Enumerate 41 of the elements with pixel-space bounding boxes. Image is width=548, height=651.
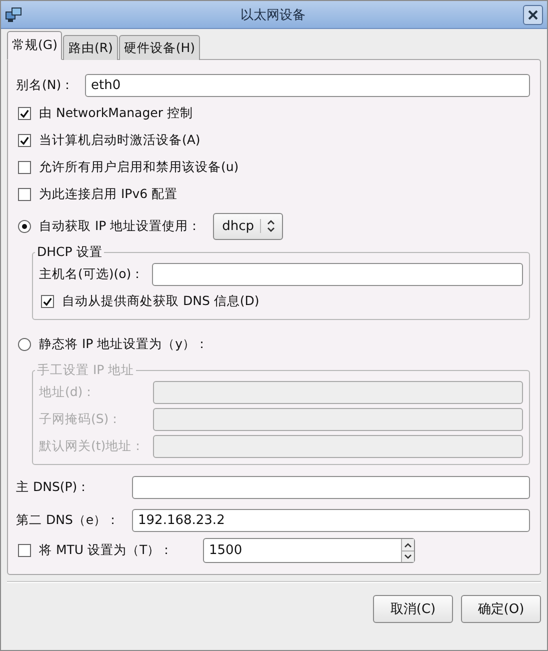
checkbox[interactable] xyxy=(41,295,54,308)
dialog-button[interactable]: 确定(O) xyxy=(461,595,541,623)
checkbox-label: 自动从提供商处获取 DNS 信息(D) xyxy=(62,293,260,310)
mtu-spinner[interactable]: 1500 xyxy=(203,538,415,563)
dns-field[interactable] xyxy=(132,476,530,499)
alias-field[interactable]: eth0 xyxy=(85,74,530,96)
checkbox-label: 允许所有用户启用和禁用该设备(u) xyxy=(39,159,239,176)
tab[interactable]: 硬件设备(H) xyxy=(118,35,200,60)
field-label: 地址(d)： xyxy=(39,384,97,401)
alias-label: 别名(N)： xyxy=(16,76,76,94)
close-icon xyxy=(527,8,539,20)
group-title: 手工设置 IP 地址 xyxy=(36,362,136,379)
checkbox[interactable] xyxy=(18,107,31,120)
checkbox-label: 当计算机启动时激活设备(A) xyxy=(39,132,200,149)
checkbox-label: 由 NetworkManager 控制 xyxy=(39,105,193,122)
hostname-field[interactable] xyxy=(152,263,523,286)
method-dropdown[interactable]: dhcp xyxy=(213,212,284,240)
field-label: 子网掩码(S)： xyxy=(39,411,123,428)
field-label: 默认网关(t)地址： xyxy=(39,438,146,455)
hostname-label: 主机名(可选)(o)： xyxy=(39,266,146,283)
checkbox-label: 为此连接启用 IPv6 配置 xyxy=(39,186,178,203)
dns-field[interactable]: 192.168.23.2 xyxy=(132,509,530,532)
radio-label: 静态将 IP 地址设置为（y）： xyxy=(39,336,209,352)
window-title: 以太网设备 xyxy=(240,6,306,24)
updown-arrows-icon xyxy=(260,219,276,233)
dialog-button[interactable]: 取消(C) xyxy=(373,595,453,623)
close-button[interactable] xyxy=(523,4,543,24)
group-title: DHCP 设置 xyxy=(36,244,104,261)
tab[interactable]: 常规(G) xyxy=(7,31,62,60)
tab[interactable]: 路由(R) xyxy=(63,35,118,60)
checkbox[interactable] xyxy=(18,161,31,174)
dns-label: 第二 DNS（e）： xyxy=(16,512,121,529)
checkbox[interactable] xyxy=(18,188,31,201)
radio-label: 自动获取 IP 地址设置使用： xyxy=(39,218,202,234)
checkbox[interactable] xyxy=(18,544,31,557)
radio-button[interactable] xyxy=(18,338,31,350)
checkbox-label: 将 MTU 设置为（T）： xyxy=(39,542,174,559)
network-icon xyxy=(5,6,23,24)
dns-label: 主 DNS(P)： xyxy=(16,479,92,496)
radio-button[interactable] xyxy=(18,220,31,232)
checkbox[interactable] xyxy=(18,134,31,147)
